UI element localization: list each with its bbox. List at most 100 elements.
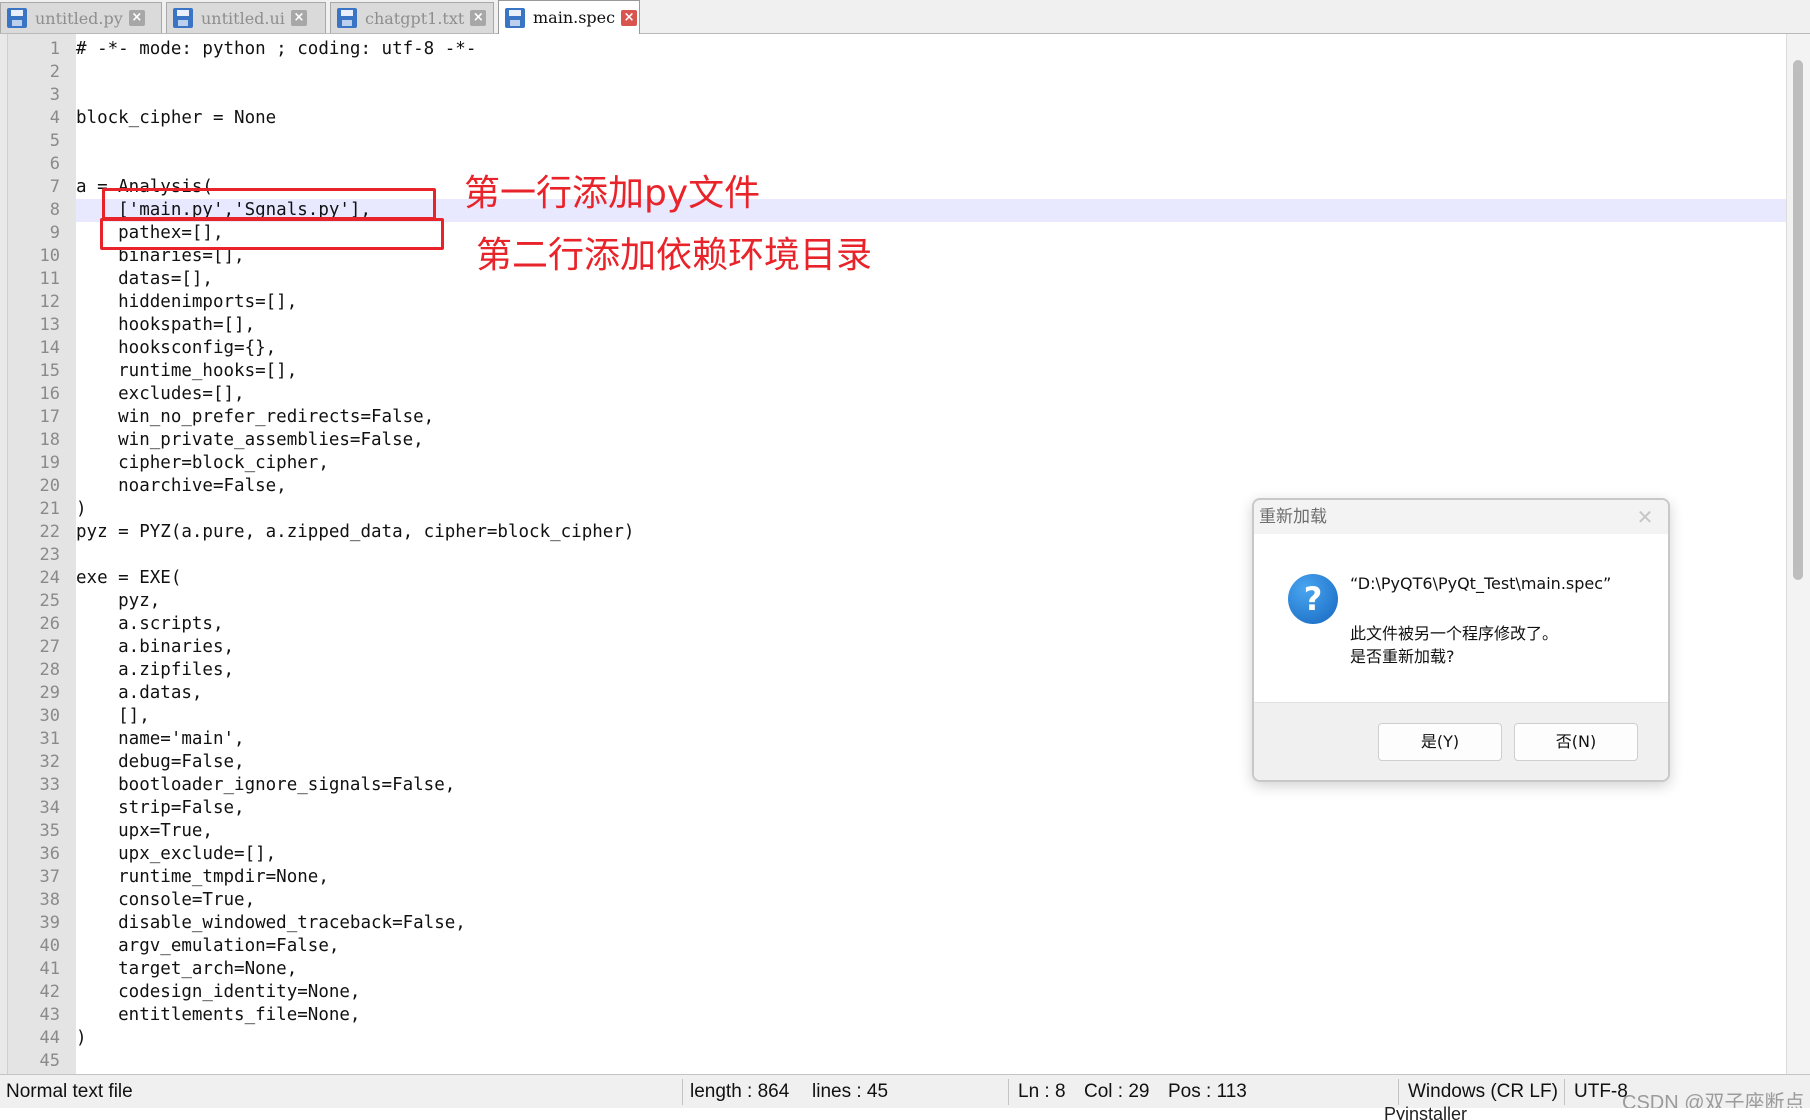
status-separator — [682, 1079, 683, 1105]
line-number: 28 — [39, 660, 60, 680]
line-number: 15 — [39, 361, 60, 381]
line-number: 14 — [39, 338, 60, 358]
line-number: 1 — [49, 39, 60, 59]
close-icon[interactable]: × — [290, 10, 307, 26]
line-number: 6 — [49, 154, 60, 174]
code-line[interactable]: cipher=block_cipher, — [76, 452, 1786, 475]
dialog-title: 重新加载 — [1259, 507, 1327, 527]
line-number: 41 — [39, 959, 60, 979]
line-number: 19 — [39, 453, 60, 473]
dialog-message: 此文件被另一个程序修改了。 — [1350, 624, 1559, 643]
below-text: Pyinstaller — [1384, 1104, 1468, 1120]
save-icon — [173, 8, 193, 28]
code-line[interactable]: noarchive=False, — [76, 475, 1786, 498]
vertical-scrollbar[interactable] — [1786, 34, 1810, 1074]
line-number-gutter: 1 2 3 4 5 6 7 8 9 10 11 12 13 14 15 16 17 18 19 20 21 22 23 24 2… — [8, 34, 76, 1074]
code-line[interactable] — [76, 1050, 1786, 1073]
line-number: 17 — [39, 407, 60, 427]
line-number: 26 — [39, 614, 60, 634]
line-number: 21 — [39, 499, 60, 519]
code-line[interactable] — [76, 130, 1786, 153]
code-line[interactable]: argv_emulation=False, — [76, 935, 1786, 958]
line-number: 16 — [39, 384, 60, 404]
line-number: 23 — [39, 545, 60, 565]
tab-untitled-py[interactable]: untitled.py × — [0, 2, 162, 33]
tab-label: chatgpt1.txt — [365, 8, 465, 28]
tab-chatgpt1-txt[interactable]: chatgpt1.txt × — [330, 2, 494, 33]
code-line[interactable]: hooksconfig={}, — [76, 337, 1786, 360]
line-number: 3 — [49, 85, 60, 105]
code-line[interactable]: runtime_hooks=[], — [76, 360, 1786, 383]
line-number: 20 — [39, 476, 60, 496]
code-line[interactable] — [76, 84, 1786, 107]
line-number: 5 — [49, 131, 60, 151]
code-line[interactable]: hookspath=[], — [76, 314, 1786, 337]
close-icon[interactable]: ✕ — [1634, 506, 1656, 528]
code-line[interactable]: strip=False, — [76, 797, 1786, 820]
question-icon: ? — [1288, 574, 1338, 624]
scrollbar-thumb[interactable] — [1793, 60, 1803, 580]
line-number: 35 — [39, 821, 60, 841]
status-bar: Normal text file length : 864 lines : 45… — [0, 1074, 1810, 1108]
line-number: 24 — [39, 568, 60, 588]
highlight-box-files — [102, 188, 436, 220]
line-number: 30 — [39, 706, 60, 726]
close-icon[interactable]: × — [470, 10, 487, 26]
code-line[interactable]: # -*- mode: python ; coding: utf-8 -*- — [76, 38, 1786, 61]
code-line[interactable] — [76, 61, 1786, 84]
status-encoding: UTF-8 — [1574, 1081, 1628, 1102]
no-button[interactable]: 否(N) — [1514, 723, 1638, 761]
line-number: 9 — [49, 223, 60, 243]
line-number: 2 — [49, 62, 60, 82]
page-background — [0, 1108, 1810, 1120]
code-line[interactable]: runtime_tmpdir=None, — [76, 866, 1786, 889]
code-line[interactable]: datas=[], — [76, 268, 1786, 291]
code-line[interactable]: console=True, — [76, 889, 1786, 912]
highlight-box-pathex — [100, 218, 444, 250]
tab-untitled-ui[interactable]: untitled.ui × — [166, 2, 326, 33]
dialog-file-path: “D:\PyQT6\PyQt_Test\main.spec” — [1350, 574, 1612, 593]
tab-main-spec[interactable]: main.spec × — [498, 0, 640, 34]
code-line[interactable]: excludes=[], — [76, 383, 1786, 406]
code-line[interactable]: entitlements_file=None, — [76, 1004, 1786, 1027]
tab-label: main.spec — [533, 8, 616, 27]
status-pos: Pos : 113 — [1168, 1081, 1247, 1102]
code-line[interactable]: win_no_prefer_redirects=False, — [76, 406, 1786, 429]
code-line[interactable]: target_arch=None, — [76, 958, 1786, 981]
line-number: 4 — [49, 108, 60, 128]
line-number: 40 — [39, 936, 60, 956]
reload-dialog: 重新加载 ✕ ? “D:\PyQT6\PyQt_Test\main.spec” … — [1252, 498, 1670, 782]
line-number: 44 — [39, 1028, 60, 1048]
code-line[interactable]: upx=True, — [76, 820, 1786, 843]
line-number: 32 — [39, 752, 60, 772]
code-line[interactable]: ) — [76, 1027, 1786, 1050]
code-line[interactable]: disable_windowed_traceback=False, — [76, 912, 1786, 935]
line-number: 38 — [39, 890, 60, 910]
line-number: 31 — [39, 729, 60, 749]
line-number: 27 — [39, 637, 60, 657]
code-line[interactable] — [76, 153, 1786, 176]
dialog-question: 是否重新加载? — [1350, 647, 1455, 666]
close-icon[interactable]: × — [128, 10, 145, 26]
code-line[interactable]: upx_exclude=[], — [76, 843, 1786, 866]
yes-button[interactable]: 是(Y) — [1378, 723, 1502, 761]
line-number: 45 — [39, 1051, 60, 1071]
code-line[interactable]: win_private_assemblies=False, — [76, 429, 1786, 452]
status-separator — [1398, 1079, 1399, 1105]
line-number: 39 — [39, 913, 60, 933]
line-number: 36 — [39, 844, 60, 864]
line-number: 43 — [39, 1005, 60, 1025]
dialog-titlebar[interactable]: 重新加载 ✕ — [1254, 500, 1668, 534]
code-line[interactable]: codesign_identity=None, — [76, 981, 1786, 1004]
dialog-body: ? “D:\PyQT6\PyQt_Test\main.spec” 此文件被另一个… — [1254, 534, 1668, 702]
status-separator — [1564, 1079, 1565, 1105]
line-number: 12 — [39, 292, 60, 312]
line-number: 13 — [39, 315, 60, 335]
code-line[interactable]: hiddenimports=[], — [76, 291, 1786, 314]
line-number: 37 — [39, 867, 60, 887]
code-line[interactable]: block_cipher = None — [76, 107, 1786, 130]
close-icon[interactable]: × — [621, 9, 638, 26]
line-number: 7 — [49, 177, 60, 197]
annotation-note-1: 第一行添加py文件 — [464, 173, 761, 214]
line-number: 18 — [39, 430, 60, 450]
